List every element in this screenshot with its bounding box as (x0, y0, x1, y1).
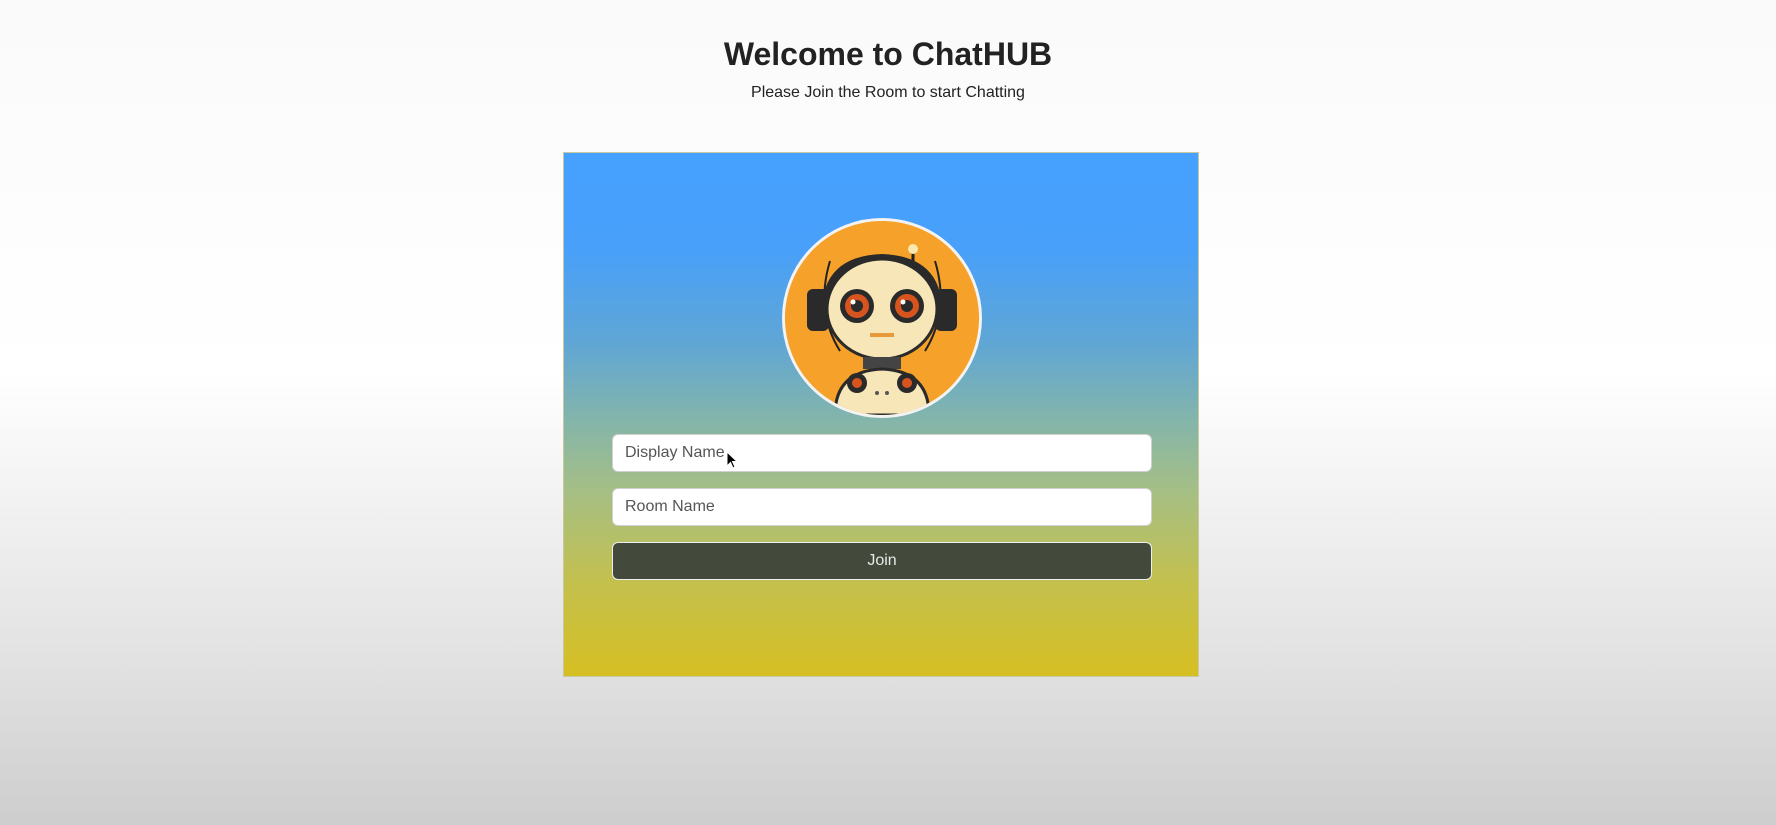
page-subtitle: Please Join the Room to start Chatting (751, 84, 1025, 101)
robot-avatar-icon (782, 218, 982, 418)
page-title: Welcome to ChatHUB (723, 36, 1053, 72)
join-card: Join (563, 152, 1199, 677)
join-button[interactable]: Join (612, 542, 1152, 580)
display-name-input[interactable] (612, 434, 1152, 472)
room-name-input[interactable] (612, 488, 1152, 526)
